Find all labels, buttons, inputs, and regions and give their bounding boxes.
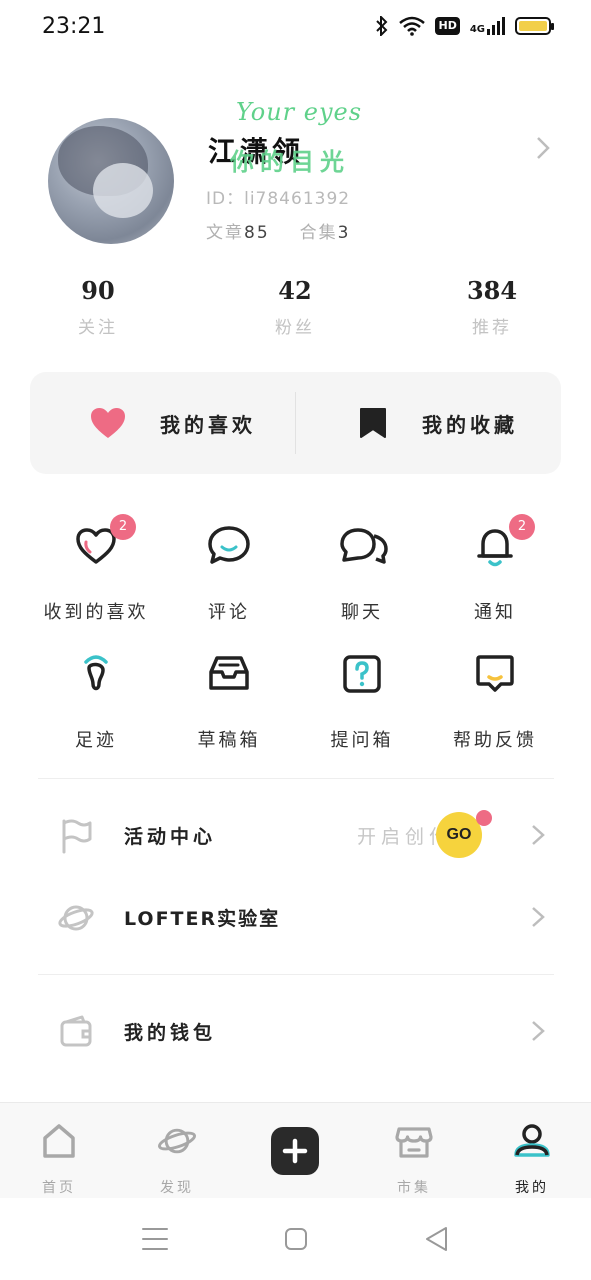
wallet-row[interactable]: 我的钱包 [0, 996, 591, 1066]
name-overlay-english: Your eyes [236, 98, 363, 126]
card-divider [295, 392, 296, 454]
battery-icon [515, 17, 554, 35]
nav-market[interactable]: 市集 [374, 1121, 454, 1197]
chevron-right-icon [532, 907, 545, 927]
bookmark-icon [360, 408, 386, 438]
user-meta: 文章85 合集3 [206, 218, 350, 243]
grid-notifications[interactable]: 2 通知 [425, 514, 565, 624]
chat-icon [340, 528, 388, 564]
stat-following[interactable]: 90 关注 [38, 276, 158, 338]
go-notification-dot [476, 810, 492, 826]
nav-mine[interactable]: 我的 [492, 1121, 572, 1197]
network-type: 4G [469, 24, 485, 35]
signal-icon: 4G [470, 17, 505, 35]
bluetooth-icon [376, 16, 388, 36]
name-overlay-chinese: 你的目光 [230, 148, 350, 176]
system-nav-bar [0, 1198, 591, 1280]
footprint-icon [84, 655, 108, 691]
stats-row: 90 关注 42 粉丝 384 推荐 [0, 276, 591, 346]
hd-icon: HD [435, 17, 460, 35]
stat-recommended[interactable]: 384 推荐 [432, 276, 552, 338]
wallet-icon [60, 1015, 92, 1047]
notifications-badge: 2 [509, 514, 535, 540]
wifi-icon [399, 16, 426, 36]
home-icon [43, 1124, 75, 1158]
articles-stat: 文章85 [206, 223, 270, 243]
grid-footprints[interactable]: 足迹 [26, 650, 166, 752]
user-icon [514, 1124, 550, 1157]
received-likes-badge: 2 [110, 514, 136, 540]
create-post-button[interactable] [271, 1127, 319, 1175]
collections-stat: 合集3 [299, 223, 351, 243]
heart-icon [91, 408, 125, 438]
nav-discover[interactable]: 发现 [137, 1121, 217, 1197]
profile-header[interactable]: 江潇领 Your eyes 你的目光 ID：li78461392 文章85 合集… [0, 96, 591, 256]
status-time: 23:21 [42, 14, 106, 39]
chevron-right-icon [532, 1021, 545, 1041]
grid-question-box[interactable]: 提问箱 [292, 650, 432, 752]
my-likes-button[interactable]: 我的喜欢 [90, 372, 256, 474]
planet-icon [158, 1128, 196, 1154]
user-id: ID：li78461392 [206, 189, 351, 209]
section-divider [38, 778, 554, 779]
avatar[interactable] [48, 118, 174, 244]
status-bar: 23:21 HD 4G [0, 0, 591, 58]
grid-received-likes[interactable]: 2 收到的喜欢 [26, 514, 166, 624]
question-box-icon [343, 655, 381, 693]
stat-followers[interactable]: 42 粉丝 [235, 276, 355, 338]
planet-icon [58, 905, 94, 931]
likes-favorites-card: 我的喜欢 我的收藏 [30, 372, 561, 474]
my-favorites-button[interactable]: 我的收藏 [358, 372, 518, 474]
plus-icon [282, 1138, 308, 1164]
lofter-lab-row[interactable]: LOFTER实验室 [0, 882, 591, 952]
feedback-icon [476, 655, 514, 692]
grid-drafts[interactable]: 草稿箱 [159, 650, 299, 752]
bottom-nav: 首页 发现 市集 我的 [0, 1102, 591, 1198]
back-triangle-icon[interactable] [422, 1224, 452, 1254]
comment-icon [208, 526, 250, 564]
grid-help-feedback[interactable]: 帮助反馈 [425, 650, 565, 752]
grid-comments[interactable]: 评论 [159, 522, 299, 624]
section-divider [38, 974, 554, 975]
chevron-right-icon[interactable] [535, 136, 551, 160]
chevron-right-icon [532, 825, 545, 845]
status-icons: HD 4G [375, 16, 554, 36]
store-icon [395, 1127, 433, 1158]
home-square-icon[interactable] [281, 1224, 311, 1254]
inbox-tray-icon [209, 656, 249, 690]
menu-icon[interactable] [140, 1224, 170, 1254]
grid-chat[interactable]: 聊天 [292, 522, 432, 624]
nav-home[interactable]: 首页 [19, 1121, 99, 1197]
activity-center-row[interactable]: 活动中心 开启创作 GO [0, 800, 591, 870]
flag-icon [62, 819, 92, 854]
